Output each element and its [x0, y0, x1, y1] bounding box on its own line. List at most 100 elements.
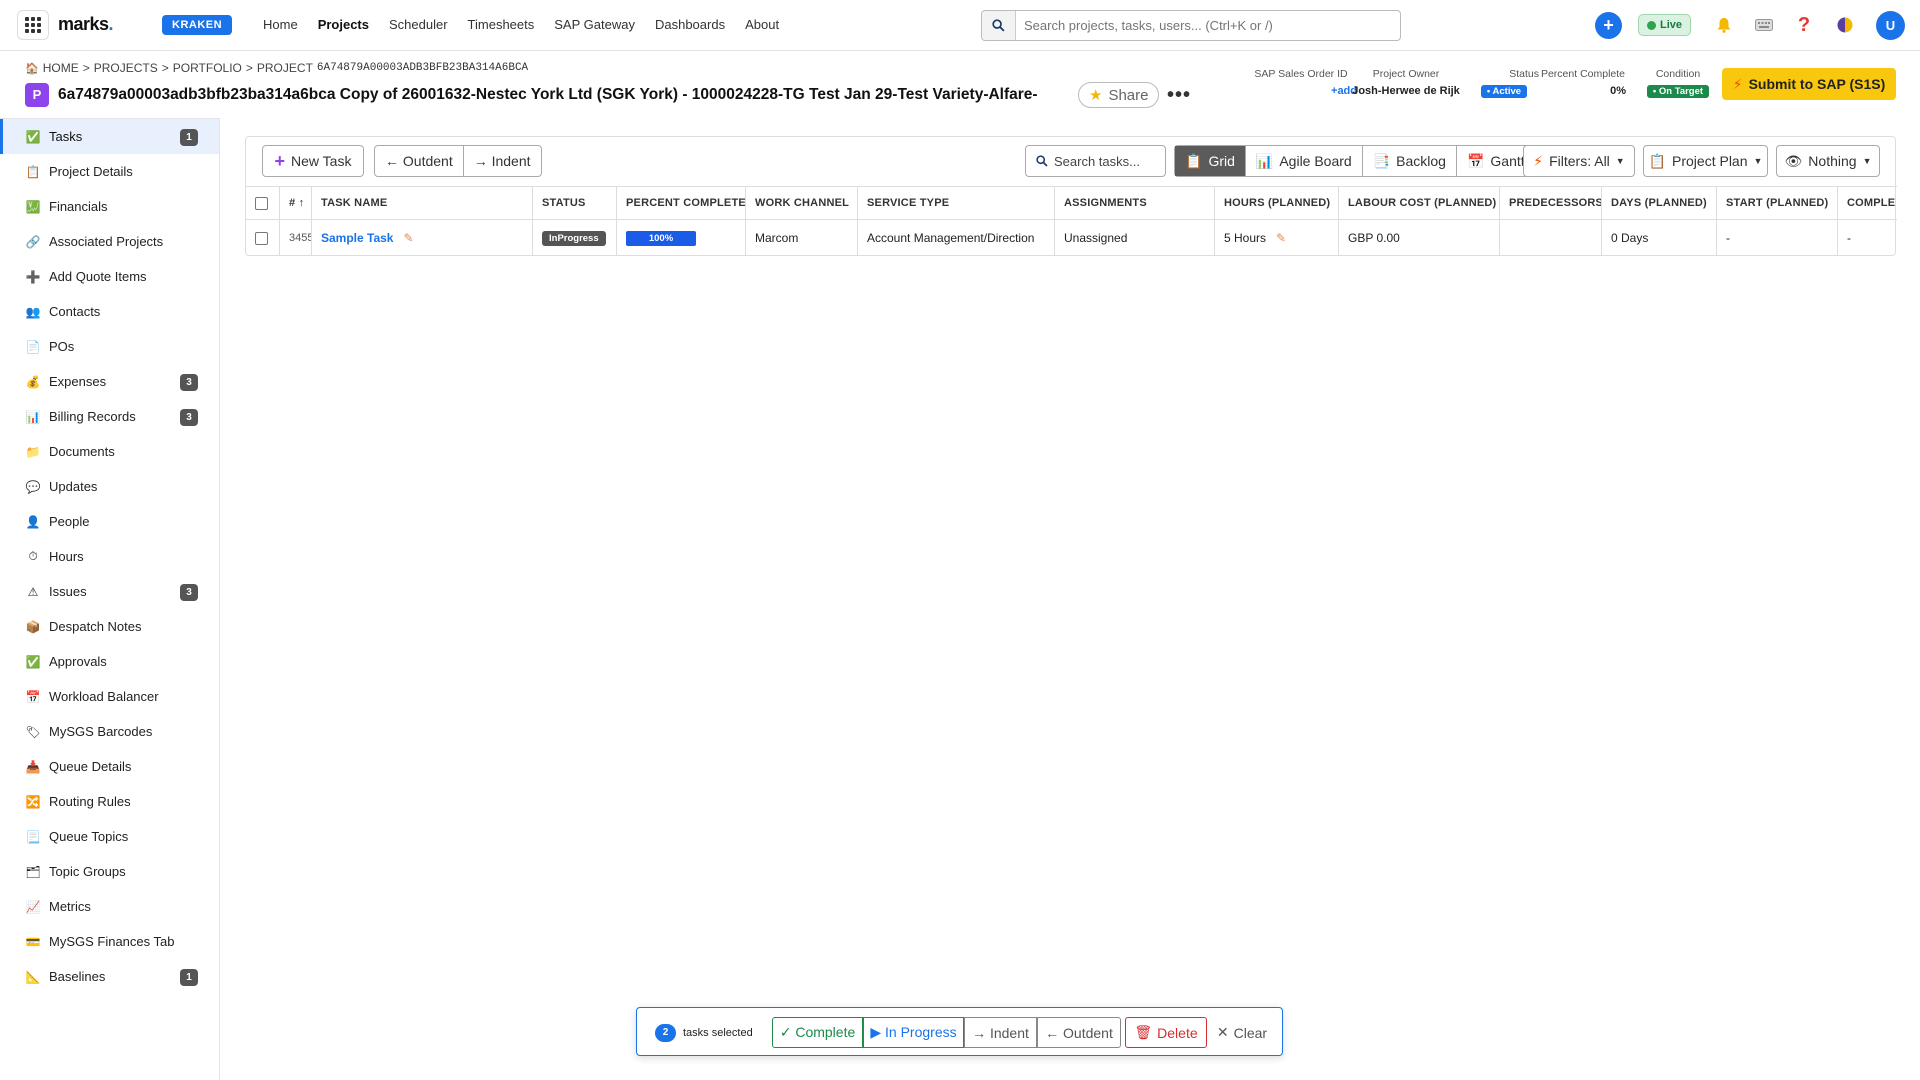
sidebar-item-updates[interactable]: 💬 Updates [0, 469, 219, 504]
nav-dashboards[interactable]: Dashboards [655, 17, 725, 32]
outdent-button[interactable]: ← Outdent [375, 146, 464, 176]
column-header-task-name[interactable]: TASK NAME [312, 187, 533, 219]
column-header-hours-planned[interactable]: HOURS (PLANNED) [1215, 187, 1339, 219]
sidebar-item-label: Add Quote Items [49, 269, 147, 284]
bulk-outdent-button[interactable]: ← Outdent [1037, 1017, 1121, 1048]
breadcrumb-projects[interactable]: PROJECTS [94, 61, 158, 75]
theme-icon[interactable] [1834, 14, 1856, 36]
sidebar-item-queue-topics[interactable]: 📃 Queue Topics [0, 819, 219, 854]
sidebar-item-baselines[interactable]: 📐 Baselines 1 [0, 959, 219, 994]
task-search-input[interactable]: Search tasks... [1054, 154, 1140, 169]
condition-badge[interactable]: • On Target [1646, 85, 1710, 98]
sidebar-item-queue-details[interactable]: 📥 Queue Details [0, 749, 219, 784]
nav-scheduler[interactable]: Scheduler [389, 17, 448, 32]
bulk-complete-button[interactable]: ✓ Complete [772, 1017, 863, 1048]
task-percent-bar[interactable]: 100% [626, 230, 696, 246]
task-status-badge[interactable]: InProgress [542, 230, 606, 246]
share-button[interactable]: ★ Share [1078, 82, 1160, 108]
view-backlog-button[interactable]: 📑 Backlog [1363, 146, 1457, 176]
column-header-days-planned[interactable]: DAYS (PLANNED) [1602, 187, 1717, 219]
column-header-start-planned[interactable]: START (PLANNED) [1717, 187, 1838, 219]
project-owner-value[interactable]: Josh-Herwee de Rijk [1350, 85, 1462, 97]
nav-sap-gateway[interactable]: SAP Gateway [554, 17, 635, 32]
sidebar: ✅ Tasks 1 📋 Project Details 💹 Financials 🔗 Assoc… [0, 118, 220, 1080]
view-agile-board-button[interactable]: 📊 Agile Board [1246, 146, 1363, 176]
sidebar-item-topic-groups[interactable]: 🗂 Topic Groups [0, 854, 219, 889]
submit-to-sap-button[interactable]: ⚡ Submit to SAP (S1S) [1722, 68, 1896, 100]
task-assignments[interactable]: Unassigned [1055, 220, 1215, 256]
sidebar-item-routing-rules[interactable]: 🔀 Routing Rules [0, 784, 219, 819]
sidebar-item-approvals[interactable]: ✅ Approvals [0, 644, 219, 679]
nav-about[interactable]: About [745, 17, 779, 32]
sidebar-item-billing-records[interactable]: 📊 Billing Records 3 [0, 399, 219, 434]
keyboard-icon[interactable] [1753, 14, 1775, 36]
bulk-in-progress-button[interactable]: ▶ In Progress [863, 1017, 964, 1048]
sidebar-item-contacts[interactable]: 👥 Contacts [0, 294, 219, 329]
user-avatar[interactable]: U [1876, 11, 1905, 40]
table-row[interactable]: 3455 Sample Task ✎ InProgress 100% Marco… [246, 220, 1897, 256]
financials-icon: 💹 [25, 199, 41, 214]
sidebar-item-financials[interactable]: 💹 Financials [0, 189, 219, 224]
bulk-delete-button[interactable]: 🗑 Delete [1125, 1017, 1207, 1048]
sidebar-item-hours[interactable]: ⏱ Hours [0, 539, 219, 574]
contacts-icon: 👥 [25, 304, 41, 319]
column-header-complete[interactable]: COMPLE [1838, 187, 1897, 219]
sidebar-item-pos[interactable]: 📄 POs [0, 329, 219, 364]
row-checkbox[interactable] [255, 231, 268, 245]
brand-logo[interactable]: marks. [58, 14, 114, 35]
sidebar-item-mysgs-finances-tab[interactable]: 💳 MySGS Finances Tab [0, 924, 219, 959]
view-grid-button[interactable]: 📋 Grid [1175, 146, 1246, 176]
select-all-checkbox[interactable] [255, 196, 268, 210]
sidebar-item-add-quote-items[interactable]: ➕ Add Quote Items [0, 259, 219, 294]
sidebar-item-mysgs-barcodes[interactable]: 🏷 MySGS Barcodes [0, 714, 219, 749]
nav-timesheets[interactable]: Timesheets [468, 17, 535, 32]
sidebar-item-workload-balancer[interactable]: 📅 Workload Balancer [0, 679, 219, 714]
bell-icon[interactable] [1713, 14, 1735, 36]
nav-home[interactable]: Home [263, 17, 298, 32]
bulk-indent-button[interactable]: → Indent [964, 1017, 1037, 1048]
status-badge[interactable]: • Active [1480, 85, 1528, 98]
breadcrumb-portfolio[interactable]: PORTFOLIO [173, 61, 242, 75]
filters-dropdown[interactable]: ⚡ Filters: All ▼ [1523, 145, 1635, 177]
global-search-input[interactable] [1016, 18, 1396, 33]
sidebar-item-people[interactable]: 👤 People [0, 504, 219, 539]
bulk-clear-button[interactable]: ✕ Clear [1213, 1017, 1271, 1048]
column-header-number[interactable]: # ↑ [280, 187, 312, 219]
pencil-icon[interactable]: ✎ [1276, 231, 1286, 245]
sidebar-item-despatch-notes[interactable]: 📦 Despatch Notes [0, 609, 219, 644]
sidebar-item-metrics[interactable]: 📈 Metrics [0, 889, 219, 924]
breadcrumb: 🏠 HOME > PROJECTS > PORTFOLIO > PROJECT … [25, 61, 529, 75]
project-plan-dropdown[interactable]: 📋 Project Plan ▼ [1643, 145, 1768, 177]
indent-button[interactable]: → Indent [464, 146, 541, 176]
column-header-work-channel[interactable]: WORK CHANNEL [746, 187, 858, 219]
breadcrumb-home[interactable]: HOME [43, 61, 79, 75]
task-name-link[interactable]: Sample Task [321, 231, 393, 245]
sap-order-add-link[interactable]: +add [1245, 85, 1357, 97]
live-status-badge[interactable]: Live [1638, 14, 1692, 36]
sidebar-item-tasks[interactable]: ✅ Tasks 1 [0, 119, 219, 154]
percent-complete-value: 0% [1610, 85, 1626, 97]
create-new-button[interactable]: + [1595, 12, 1622, 39]
column-header-percent-complete[interactable]: PERCENT COMPLETE [617, 187, 746, 219]
apps-grid-button[interactable] [17, 10, 49, 40]
more-options-icon[interactable]: ••• [1167, 84, 1191, 107]
sidebar-item-documents[interactable]: 📁 Documents [0, 434, 219, 469]
nothing-dropdown[interactable]: 👁 Nothing ▼ [1776, 145, 1880, 177]
pencil-icon[interactable]: ✎ [403, 231, 413, 245]
new-task-button[interactable]: + New Task [262, 145, 364, 177]
nav-projects[interactable]: Projects [318, 17, 369, 32]
task-predecessors[interactable] [1500, 220, 1602, 256]
sidebar-item-project-details[interactable]: 📋 Project Details [0, 154, 219, 189]
help-icon[interactable]: ? [1793, 14, 1815, 36]
column-header-assignments[interactable]: ASSIGNMENTS [1055, 187, 1215, 219]
task-search[interactable]: Search tasks... [1025, 145, 1166, 177]
column-header-labour-cost[interactable]: LABOUR COST (PLANNED) [1339, 187, 1500, 219]
sidebar-item-associated-projects[interactable]: 🔗 Associated Projects [0, 224, 219, 259]
money-bag-icon: 💰 [25, 374, 41, 389]
sidebar-item-expenses[interactable]: 💰 Expenses 3 [0, 364, 219, 399]
column-header-service-type[interactable]: SERVICE TYPE [858, 187, 1055, 219]
column-header-status[interactable]: STATUS [533, 187, 617, 219]
inbox-icon: 📥 [25, 759, 41, 774]
column-header-predecessors[interactable]: PREDECESSORS [1500, 187, 1602, 219]
sidebar-item-issues[interactable]: ⚠ Issues 3 [0, 574, 219, 609]
